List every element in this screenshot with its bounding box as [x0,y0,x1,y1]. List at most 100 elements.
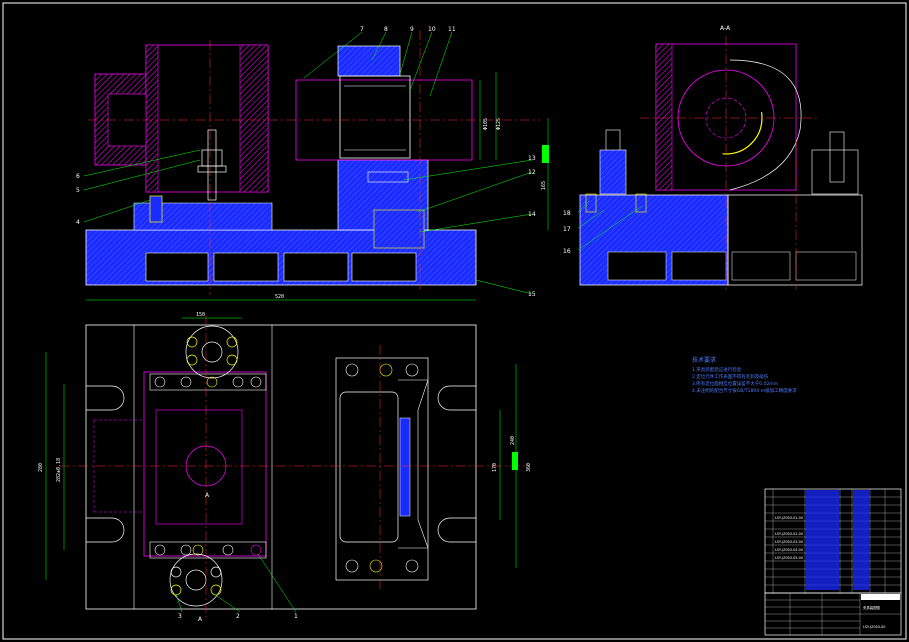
callout-4: 4 [76,219,80,226]
section-support-arc [729,59,802,191]
title-box-fill [861,594,900,600]
strip-bolts [154,376,262,388]
callout-17: 17 [563,226,571,233]
callout-5: 5 [76,187,80,194]
dim-plan-mid-b: 240 [510,436,516,445]
section-pocket [731,251,791,281]
tech-note: 2.定位元件工作表面不得有毛刺及碰伤 [692,373,769,380]
bottom-clamp-nut [185,569,207,591]
callout-2: 2 [236,613,240,620]
bolt-head [210,566,222,578]
callout-14: 14 [528,211,536,218]
clamp-stud [207,129,217,201]
callout-15: 15 [528,291,536,298]
parts-row: LSY-JZ003-05-00 [775,556,803,560]
callout-11: 11 [448,26,456,33]
bolt-head [210,584,222,596]
housing-wall [239,44,269,193]
bolt-head [226,336,238,348]
drawing-number: LSY-JZ003-00 [863,625,885,629]
cad-drawing: 520 165 Φ105 Φ125 6 5 4 7 8 9 10 11 13 1… [2,2,907,640]
base-pocket [283,252,349,282]
u-slot [86,385,125,411]
strip-bolts [154,544,262,556]
bolt-head [170,584,182,596]
section-clamp-right [811,149,859,195]
tech-notes-title: 技术要求 [692,356,716,364]
u-slot [86,517,125,543]
bottom-clamp-boss [169,553,223,607]
dim-overall-length: 520 [275,294,284,300]
clamp-strip [149,373,267,391]
plan-key [399,417,411,517]
bolt-head [226,354,238,366]
base-pocket [145,252,209,282]
tech-note: 1.夹具装配后应进行检验 [692,366,742,373]
u-slot [437,385,476,411]
callout-6: 6 [76,173,80,180]
callout-16: 16 [563,248,571,255]
clamp-cylinder [373,209,425,249]
dim-plan-height: 360 [526,463,532,472]
dim-plan-left-b: 282±0.18 [56,458,62,482]
callout-1: 1 [294,613,298,620]
plan-v-block-base [335,357,429,581]
plan-housing-inner [155,409,243,525]
callout-18: 18 [563,210,571,217]
front-elevation: 520 165 Φ105 Φ125 6 5 4 7 8 9 10 11 13 1… [76,26,549,301]
section-view: A-A 18 17 16 [563,25,863,290]
callout-7: 7 [360,26,364,33]
drawing-title: 夹具装配图 [863,605,881,610]
plan-housing [143,371,267,557]
parts-list-fill [806,490,869,590]
dim-marker [542,145,549,163]
clamp-strip [149,541,267,559]
dim-elev-height: 165 [541,181,547,190]
dim-shaft-a: Φ105 [483,118,489,130]
tech-note: 3.所有定位面相互位置误差不大于0.02mm [692,380,778,387]
shaft-collar [339,75,411,159]
title-block: LSY-JZ003-01-00 LSY-JZ003-02-00 LSY-JZ00… [764,488,902,636]
section-clamp-block [599,149,627,195]
callout-3: 3 [178,613,182,620]
bolt-head [186,336,198,348]
dim-top-width: 150 [196,312,205,318]
top-clamp-boss [185,325,239,379]
callout-13: 13 [528,155,536,162]
callout-8: 8 [384,26,388,33]
dim-marker [512,452,518,470]
parts-row: LSY-JZ003-01-00 [775,516,803,520]
leader-lines [175,553,297,613]
base-pocket [213,252,279,282]
section-title: A-A [720,25,731,32]
technical-notes: 技术要求 1.夹具装配后应进行检验 2.定位元件工作表面不得有毛刺及碰伤 3.所… [692,356,797,394]
housing-wall [145,44,159,193]
top-clamp-nut [201,341,223,363]
clamp-washer [197,165,227,173]
clamp-nut [201,149,223,167]
section-pocket [795,251,857,281]
section-housing-wall [655,43,673,191]
parts-row: LSY-JZ003-04-00 [775,548,803,552]
section-stud-right [829,131,845,183]
tech-note: 4.未注明的配合尺寸按GB/T1804-m级加工精度要求 [692,387,797,394]
callout-10: 10 [428,26,436,33]
locating-pin [149,195,163,223]
v-block [337,45,401,77]
u-slot [437,517,476,543]
section-mark: A [205,492,210,499]
plan-shaft [339,391,399,543]
dim-plan-mid-a: 170 [492,463,498,472]
bolt-head [170,566,182,578]
callout-9: 9 [410,26,414,33]
section-pocket [607,251,667,281]
dim-plan-width: 280 [38,463,44,472]
bolt-head [186,354,198,366]
section-mark: A [198,616,203,623]
plan-view: 280 282±0.18 170 240 360 150 A A 1 2 3 [38,312,532,623]
base-pocket [351,252,417,282]
dim-shaft-b: Φ125 [496,118,502,130]
section-pocket [671,251,727,281]
parts-row: LSY-JZ003-03-00 [775,540,803,544]
parts-row: LSY-JZ003-02-00 [775,532,803,536]
